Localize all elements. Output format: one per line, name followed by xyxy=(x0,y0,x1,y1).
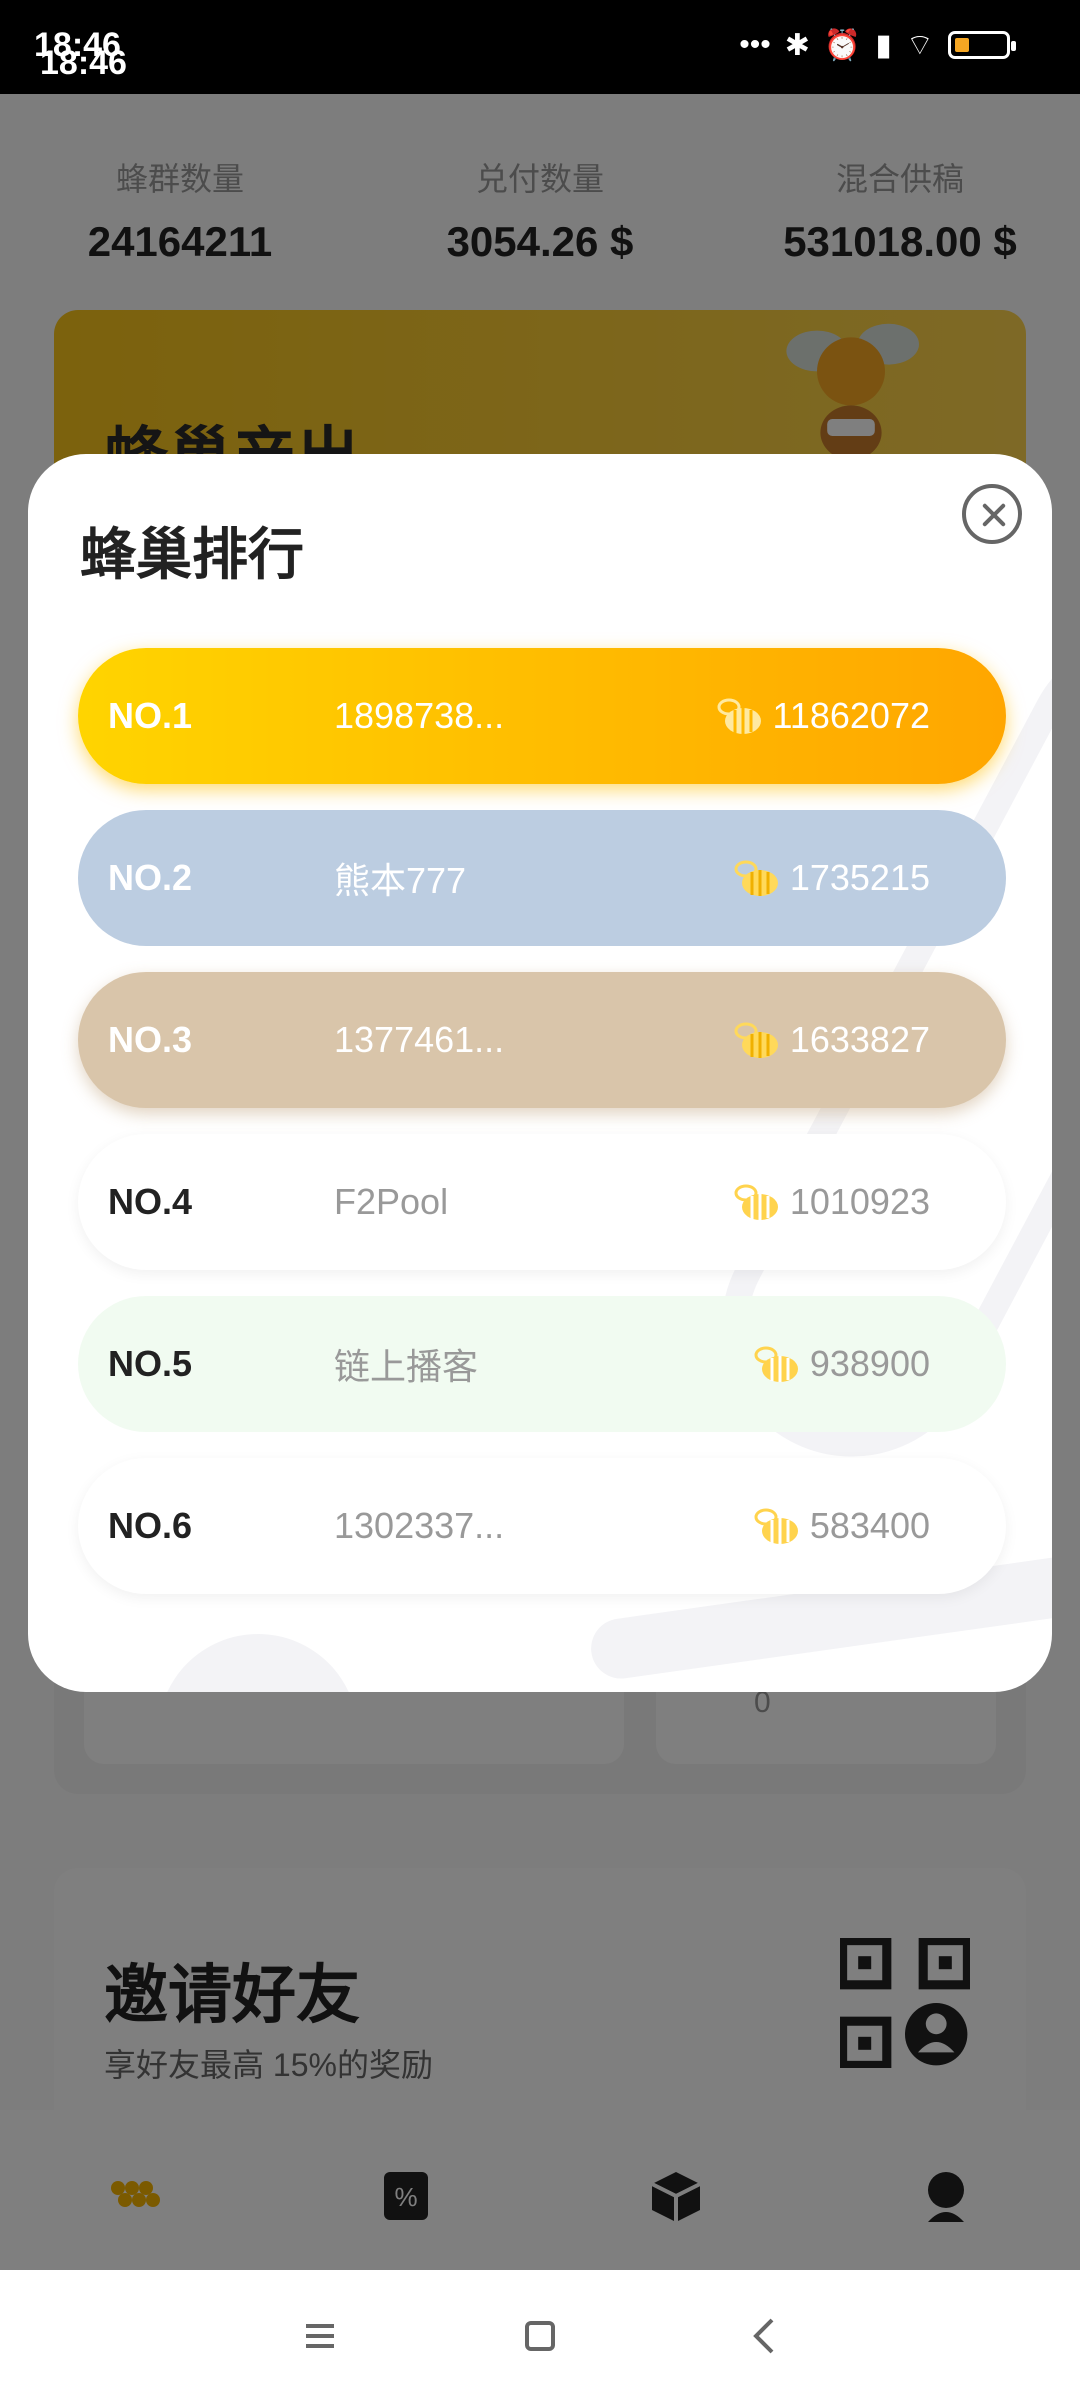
modal-decoration xyxy=(158,1634,358,1692)
close-icon[interactable] xyxy=(962,484,1022,544)
system-navigation-bar xyxy=(0,2270,1080,2400)
rank-score-value: 1735215 xyxy=(789,857,930,898)
rank-score-value: 1633827 xyxy=(789,1019,930,1060)
bee-icon xyxy=(754,1346,798,1382)
alarm-icon: ⏰ xyxy=(823,28,862,62)
rank-name: 链上播客 xyxy=(334,1346,479,1387)
rank-score-value: 583400 xyxy=(809,1505,930,1546)
bee-icon xyxy=(734,860,778,896)
bee-icon xyxy=(734,1184,778,1220)
signal-icon: ▮ xyxy=(875,28,892,62)
status-icons: ••• ✱ ⏰ ▮ ⌔ xyxy=(739,26,1016,64)
status-bar: 18:46 18:46 ••• ✱ ⏰ ▮ ⌔ xyxy=(0,0,1080,94)
rank-row[interactable]: NO.4 F2Pool 1010923 xyxy=(78,1134,1006,1270)
rank-row[interactable]: NO.6 1302337... 583400 xyxy=(78,1458,1006,1594)
rank-number: NO.3 xyxy=(108,1019,193,1060)
rank-row[interactable]: NO.1 1898738... 11862072 xyxy=(78,648,1006,784)
rank-score: 1010923 xyxy=(730,1179,930,1225)
rank-list: NO.1 1898738... 11862072 NO.2 熊本777 1735… xyxy=(78,648,1006,1620)
wifi-icon: ⌔ xyxy=(905,29,934,62)
rank-number: NO.1 xyxy=(108,695,193,736)
rank-score: 1735215 xyxy=(730,855,930,901)
rank-score: 938900 xyxy=(750,1341,930,1387)
home-icon[interactable] xyxy=(510,2306,570,2366)
bee-icon xyxy=(734,1022,778,1058)
rank-score-value: 11862072 xyxy=(772,695,931,736)
bee-icon xyxy=(754,1508,798,1544)
rank-number: NO.4 xyxy=(108,1181,193,1222)
hive-ranking-modal: 蜂巢排行 NO.1 1898738... 11862072 NO.2 熊本777… xyxy=(28,454,1052,1692)
rank-score: 11862072 xyxy=(713,693,931,739)
battery-icon xyxy=(948,31,1016,59)
rank-number: NO.5 xyxy=(108,1343,193,1384)
bluetooth-icon: ✱ xyxy=(784,28,810,62)
modal-title: 蜂巢排行 xyxy=(80,523,304,586)
bee-icon xyxy=(717,698,761,734)
rank-name: 1377461... xyxy=(334,1019,505,1060)
more-dots-icon: ••• xyxy=(739,28,771,61)
back-icon[interactable] xyxy=(736,2306,796,2366)
rank-score-value: 1010923 xyxy=(789,1181,930,1222)
rank-row[interactable]: NO.5 链上播客 938900 xyxy=(78,1296,1006,1432)
rank-score: 583400 xyxy=(750,1503,930,1549)
rank-row[interactable]: NO.3 1377461... 1633827 xyxy=(78,972,1006,1108)
rank-name: F2Pool xyxy=(334,1181,449,1222)
rank-name: 1302337... xyxy=(334,1505,505,1546)
rank-score: 1633827 xyxy=(730,1017,930,1063)
rank-number: NO.2 xyxy=(108,857,193,898)
rank-score-value: 938900 xyxy=(809,1343,930,1384)
rank-name: 1898738... xyxy=(334,695,505,736)
rank-number: NO.6 xyxy=(108,1505,193,1546)
status-time-shadow: 18:46 xyxy=(40,44,127,82)
rank-name: 熊本777 xyxy=(334,860,467,901)
rank-row[interactable]: NO.2 熊本777 1735215 xyxy=(78,810,1006,946)
menu-icon[interactable] xyxy=(290,2306,350,2366)
